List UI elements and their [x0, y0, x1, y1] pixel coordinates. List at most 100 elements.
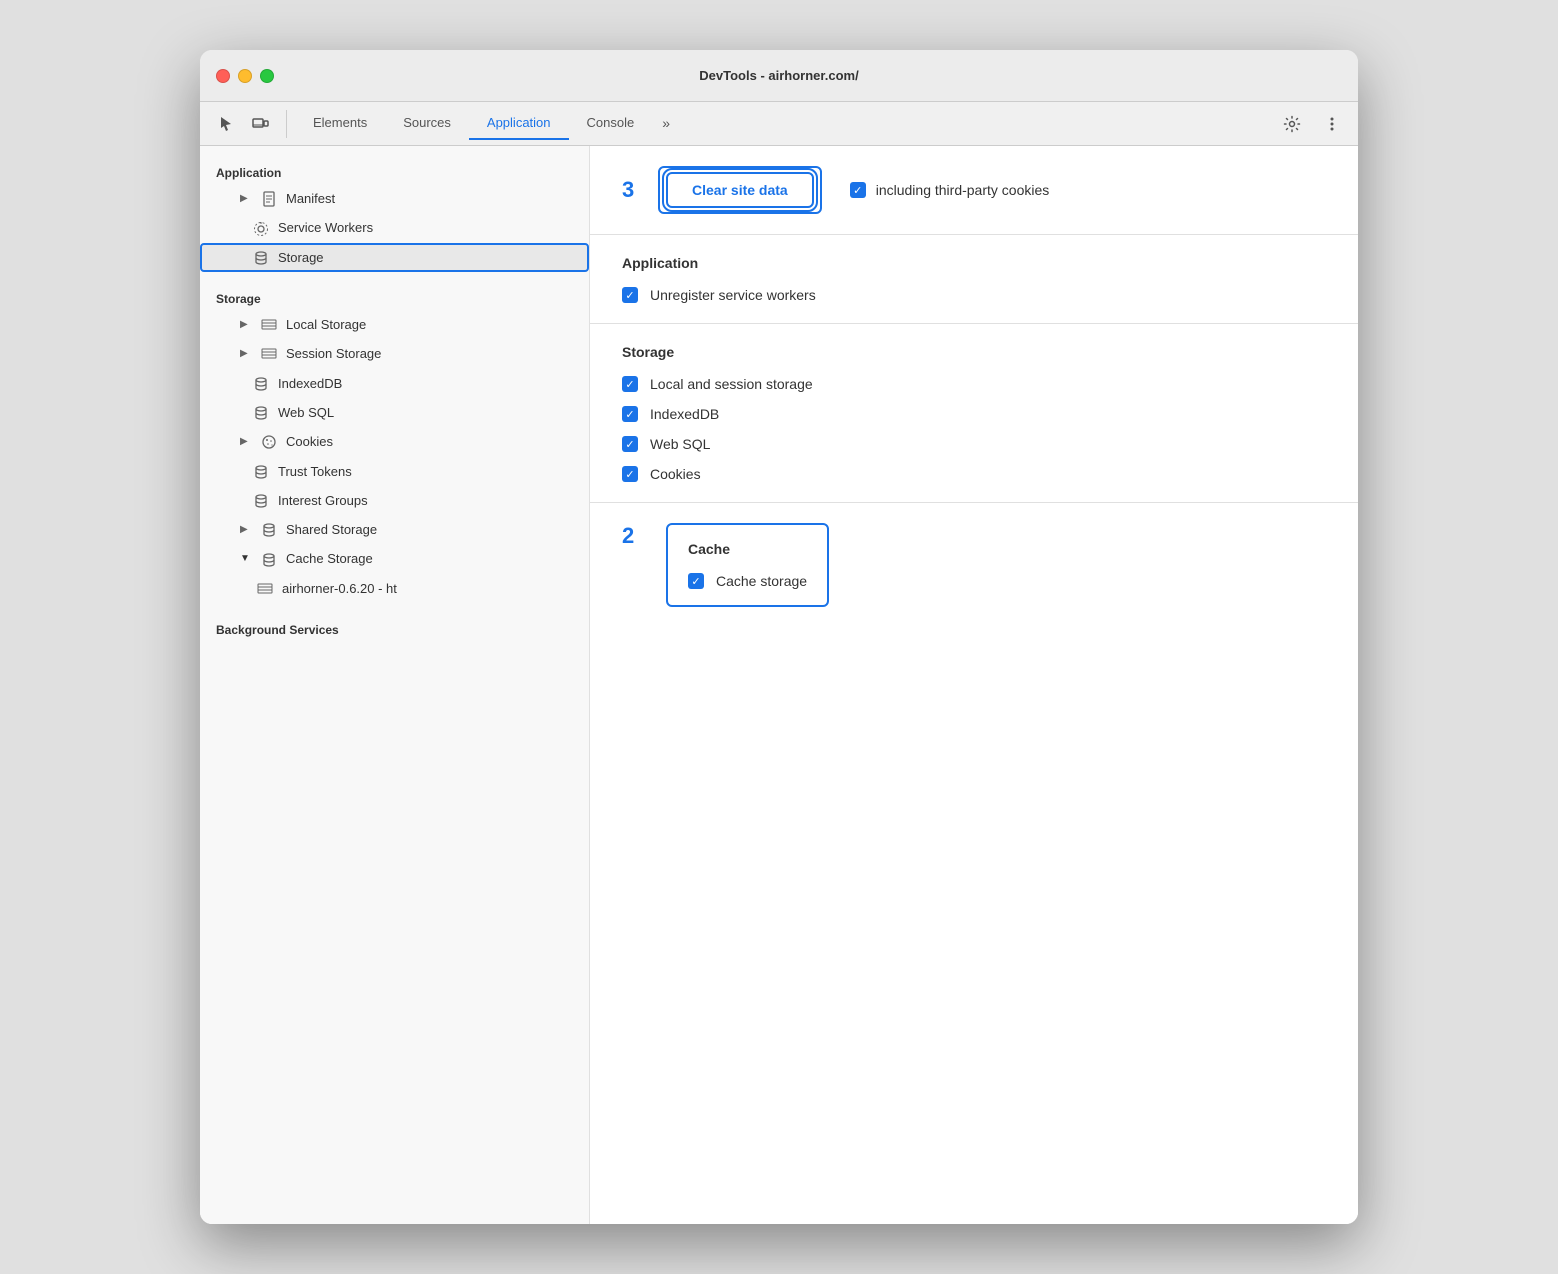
- devtools-icons: [212, 110, 287, 138]
- shared-storage-label: Shared Storage: [286, 522, 573, 537]
- storage-icon: [252, 249, 270, 266]
- device-icon[interactable]: [246, 110, 274, 138]
- devtools-window: DevTools - airhorner.com/ Elements: [200, 50, 1358, 1224]
- maximize-button[interactable]: [260, 69, 274, 83]
- indexeddb-checkbox[interactable]: ✓: [622, 406, 638, 422]
- sidebar-storage-heading: Storage: [200, 284, 589, 310]
- cookies-checkbox[interactable]: ✓: [622, 466, 638, 482]
- cache-storage-checkbox[interactable]: ✓: [688, 573, 704, 589]
- clear-site-btn-highlight: Clear site data: [658, 166, 822, 214]
- sidebar-item-manifest[interactable]: ▶ Manifest: [200, 184, 589, 213]
- close-button[interactable]: [216, 69, 230, 83]
- clear-site-data-button[interactable]: Clear site data: [666, 172, 814, 208]
- indexeddb-row: ✓ IndexedDB: [622, 406, 1326, 422]
- cookies-arrow-icon: ▶: [240, 436, 252, 447]
- tab-elements[interactable]: Elements: [295, 107, 385, 140]
- local-storage-label: Local Storage: [286, 317, 573, 332]
- sidebar: Application ▶ Manifest Service Workers S…: [200, 146, 590, 1224]
- tab-more[interactable]: »: [652, 107, 680, 140]
- tabs-actions: [1278, 110, 1346, 138]
- session-storage-arrow-icon: ▶: [240, 348, 252, 359]
- trust-tokens-icon: [252, 462, 270, 479]
- shared-storage-icon: [260, 521, 278, 538]
- sidebar-item-service-workers[interactable]: Service Workers: [200, 213, 589, 242]
- unregister-sw-checkbox[interactable]: ✓: [622, 287, 638, 303]
- sidebar-application-heading: Application: [200, 158, 589, 184]
- local-session-storage-label: Local and session storage: [650, 376, 813, 392]
- callout-2: 2: [622, 523, 650, 549]
- cache-storage-row: ✓ Cache storage: [688, 573, 807, 589]
- tabs-bar: Elements Sources Application Console »: [200, 102, 1358, 146]
- tab-application[interactable]: Application: [469, 107, 569, 140]
- traffic-lights: [216, 69, 274, 83]
- local-session-storage-checkbox[interactable]: ✓: [622, 376, 638, 392]
- local-session-storage-row: ✓ Local and session storage: [622, 376, 1326, 392]
- manifest-label: Manifest: [286, 191, 573, 206]
- cache-highlight-box: Cache ✓ Cache storage: [666, 523, 829, 607]
- cache-entry-icon: [256, 580, 274, 597]
- web-sql-row: ✓ Web SQL: [622, 436, 1326, 452]
- minimize-button[interactable]: [238, 69, 252, 83]
- cookies-option-label: Cookies: [650, 466, 701, 482]
- shared-storage-arrow-icon: ▶: [240, 524, 252, 535]
- cache-storage-arrow-icon: ▼: [240, 553, 252, 564]
- tab-list: Elements Sources Application Console »: [295, 107, 1278, 140]
- cache-entry-label: airhorner-0.6.20 - ht: [282, 581, 573, 596]
- sidebar-item-indexeddb[interactable]: IndexedDB: [200, 368, 589, 397]
- web-sql-checkbox[interactable]: ✓: [622, 436, 638, 452]
- title-bar: DevTools - airhorner.com/: [200, 50, 1358, 102]
- clear-site-data-section: 3 Clear site data ✓ including third-part…: [590, 146, 1358, 235]
- sidebar-item-cache-entry[interactable]: airhorner-0.6.20 - ht: [200, 574, 589, 603]
- application-options-section: Application ✓ Unregister service workers: [590, 235, 1358, 324]
- third-party-cookies-label: including third-party cookies: [876, 182, 1050, 198]
- sidebar-item-cache-storage[interactable]: ▼ Cache Storage: [200, 544, 589, 573]
- service-workers-icon: [252, 219, 270, 236]
- application-section-heading: Application: [622, 255, 1326, 271]
- web-sql-option-label: Web SQL: [650, 436, 710, 452]
- sidebar-item-storage[interactable]: Storage: [200, 243, 589, 272]
- sidebar-background-services-heading: Background Services: [200, 615, 589, 641]
- session-storage-icon: [260, 345, 278, 362]
- storage-label: Storage: [278, 250, 573, 265]
- tab-console[interactable]: Console: [569, 107, 653, 140]
- indexeddb-option-label: IndexedDB: [650, 406, 719, 422]
- cookies-label: Cookies: [286, 434, 573, 449]
- unregister-service-workers-row: ✓ Unregister service workers: [622, 287, 1326, 303]
- web-sql-icon: [252, 404, 270, 421]
- sidebar-item-session-storage[interactable]: ▶ Session Storage: [200, 339, 589, 368]
- cursor-icon[interactable]: [212, 110, 240, 138]
- sidebar-item-trust-tokens[interactable]: Trust Tokens: [200, 456, 589, 485]
- indexeddb-label: IndexedDB: [278, 376, 573, 391]
- third-party-cookies-checkbox[interactable]: ✓: [850, 182, 866, 198]
- session-storage-label: Session Storage: [286, 346, 573, 361]
- third-party-cookies-row: ✓ including third-party cookies: [850, 182, 1050, 198]
- cookies-row: ✓ Cookies: [622, 466, 1326, 482]
- web-sql-label: Web SQL: [278, 405, 573, 420]
- cache-storage-icon: [260, 550, 278, 567]
- cookies-icon: [260, 433, 278, 450]
- tab-sources[interactable]: Sources: [385, 107, 469, 140]
- interest-groups-icon: [252, 492, 270, 509]
- more-options-icon[interactable]: [1318, 110, 1346, 138]
- callout-3: 3: [622, 177, 650, 203]
- cache-options-section: 2 Cache ✓ Cache storage: [590, 503, 1358, 627]
- service-workers-label: Service Workers: [278, 220, 573, 235]
- sidebar-item-shared-storage[interactable]: ▶ Shared Storage: [200, 515, 589, 544]
- cache-storage-label: Cache Storage: [286, 551, 573, 566]
- sidebar-item-cookies[interactable]: ▶ Cookies: [200, 427, 589, 456]
- local-storage-icon: [260, 316, 278, 333]
- trust-tokens-label: Trust Tokens: [278, 464, 573, 479]
- right-panel: 3 Clear site data ✓ including third-part…: [590, 146, 1358, 1224]
- sidebar-item-interest-groups[interactable]: Interest Groups: [200, 486, 589, 515]
- unregister-sw-label: Unregister service workers: [650, 287, 816, 303]
- interest-groups-label: Interest Groups: [278, 493, 573, 508]
- main-content: Application ▶ Manifest Service Workers S…: [200, 146, 1358, 1224]
- arrow-icon: ▶: [240, 193, 252, 204]
- storage-section-heading: Storage: [622, 344, 1326, 360]
- sidebar-item-local-storage[interactable]: ▶ Local Storage: [200, 310, 589, 339]
- storage-options-section: Storage ✓ Local and session storage ✓ In…: [590, 324, 1358, 503]
- settings-icon[interactable]: [1278, 110, 1306, 138]
- manifest-icon: [260, 190, 278, 207]
- sidebar-item-web-sql[interactable]: Web SQL: [200, 398, 589, 427]
- window-title: DevTools - airhorner.com/: [699, 68, 858, 83]
